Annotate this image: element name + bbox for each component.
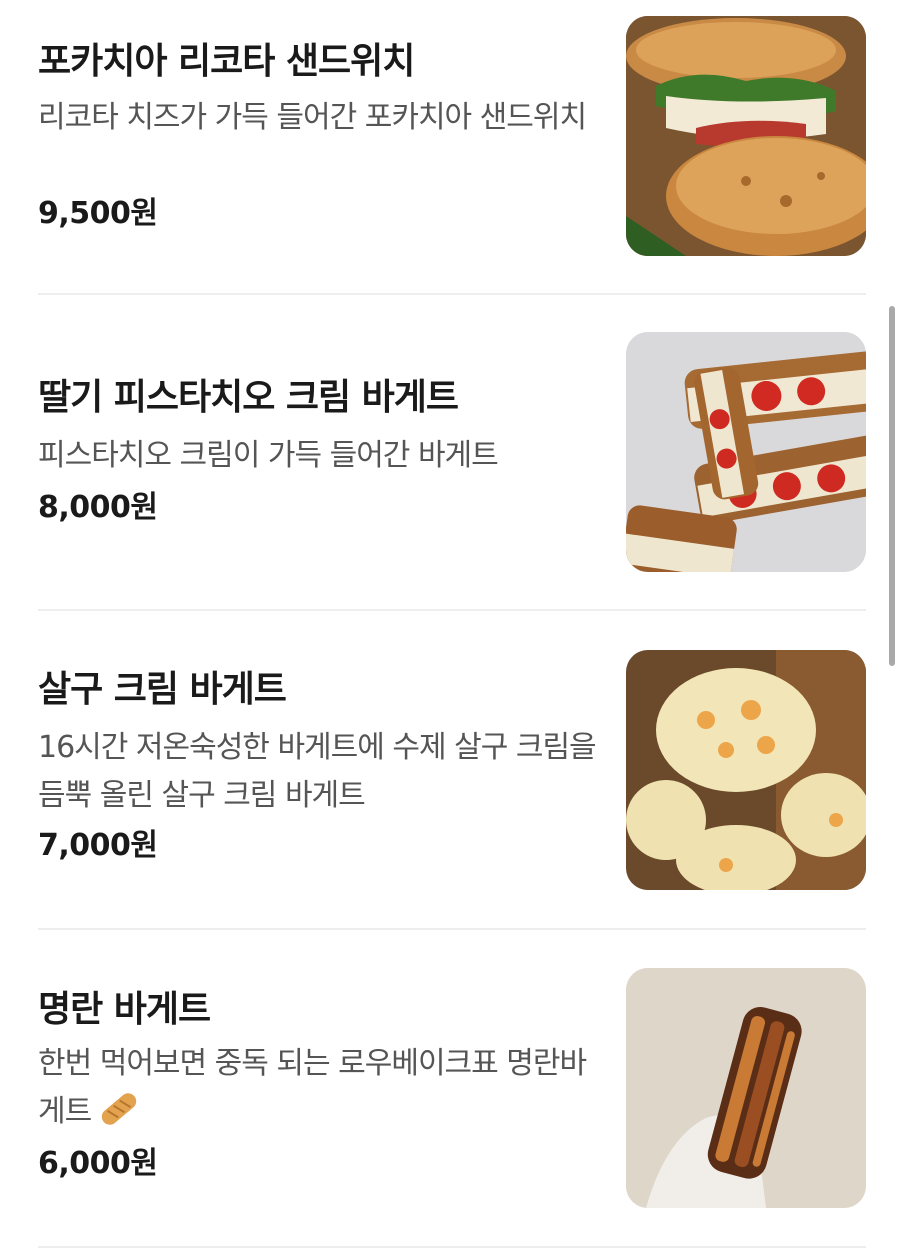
- menu-item-title: 명란 바게트: [38, 989, 211, 1030]
- menu-item-price: 8,000원: [38, 490, 158, 525]
- menu-item-description: 한번 먹어보면 중독 되는 로우베이크표 명란바게트: [38, 1040, 598, 1136]
- menu-item-strawberry-pistachio-baguette[interactable]: 딸기 피스타치오 크림 바게트 피스타치오 크림이 가득 들어간 바게트 8,0…: [38, 332, 866, 574]
- menu-item-title: 살구 크림 바게트: [38, 669, 287, 710]
- menu-item-description: 리코타 치즈가 가득 들어간 포카치아 샌드위치: [38, 100, 587, 135]
- menu-item-focaccia-ricotta-sandwich[interactable]: 포카치아 리코타 샌드위치 리코타 치즈가 가득 들어간 포카치아 샌드위치 9…: [38, 14, 866, 256]
- menu-item-price: 6,000원: [38, 1146, 158, 1181]
- focaccia-sandwich-photo: [626, 16, 866, 256]
- divider: [38, 1246, 866, 1248]
- divider: [38, 293, 866, 295]
- menu-item-mentaiko-baguette[interactable]: 명란 바게트 한번 먹어보면 중독 되는 로우베이크표 명란바게트 6,000원: [38, 966, 866, 1208]
- strawberry-baguette-photo: [626, 332, 866, 572]
- menu-item-price: 7,000원: [38, 828, 158, 863]
- menu-item-price: 9,500원: [38, 196, 158, 231]
- mentaiko-baguette-photo: [626, 968, 866, 1208]
- menu-item-description: 16시간 저온숙성한 바게트에 수제 살구 크림을 듬뿍 올린 살구 크림 바게…: [38, 730, 597, 813]
- apricot-cream-baguette-photo: [626, 650, 866, 890]
- menu-item-title: 포카치아 리코타 샌드위치: [38, 41, 415, 82]
- baguette-emoji-icon: [97, 1089, 141, 1129]
- menu-item-apricot-cream-baguette[interactable]: 살구 크림 바게트 16시간 저온숙성한 바게트에 수제 살구 크림을 듬뿍 올…: [38, 648, 866, 890]
- divider: [38, 928, 866, 930]
- scrollbar[interactable]: [889, 306, 895, 666]
- divider: [38, 609, 866, 611]
- menu-item-description: 피스타치오 크림이 가득 들어간 바게트: [38, 438, 499, 473]
- menu-item-title: 딸기 피스타치오 크림 바게트: [38, 377, 459, 418]
